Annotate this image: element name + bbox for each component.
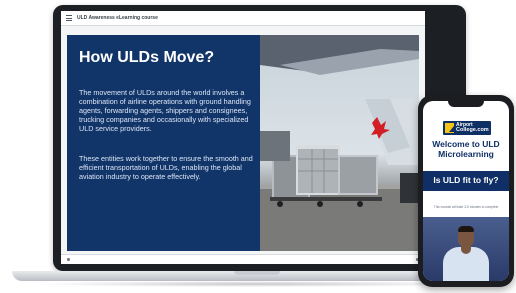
previous-icon[interactable] bbox=[67, 258, 70, 261]
course-title: ULD Awareness eLearning course bbox=[77, 15, 158, 21]
logo-badge-icon bbox=[445, 123, 454, 133]
slide-paragraph-2: These entities work together to ensure t… bbox=[79, 154, 253, 181]
slide-paragraph-1: The movement of ULDs around the world in… bbox=[79, 88, 251, 133]
presenter-hair bbox=[458, 226, 474, 232]
laptop-screen: ULD Awareness eLearning course How ULDs … bbox=[61, 11, 425, 264]
logo-text-line2: College.com bbox=[456, 127, 489, 133]
airport-scene-image bbox=[260, 35, 419, 251]
phone-screen: Airport College.com Welcome to ULD Micro… bbox=[423, 101, 509, 281]
presenter-video[interactable] bbox=[423, 217, 509, 281]
laptop-shadow bbox=[30, 281, 480, 287]
slide-text-panel: How ULDs Move? The movement of ULDs arou… bbox=[67, 35, 260, 251]
module-duration-note: This module will take 3-5 minutes to com… bbox=[433, 205, 499, 209]
airport-ramp-photo bbox=[260, 35, 419, 251]
module-title: Is ULD fit to fly? bbox=[433, 175, 499, 185]
course-topbar: ULD Awareness eLearning course bbox=[61, 11, 425, 26]
lesson-slide: How ULDs Move? The movement of ULDs arou… bbox=[67, 35, 419, 251]
laptop-notch bbox=[234, 271, 280, 275]
menu-icon[interactable] bbox=[66, 15, 72, 21]
module-title-banner[interactable]: Is ULD fit to fly? bbox=[423, 171, 509, 191]
welcome-heading: Welcome to ULD Microlearning bbox=[432, 139, 500, 159]
course-bottombar bbox=[61, 254, 425, 264]
airport-college-logo: Airport College.com bbox=[443, 121, 491, 135]
phone-notch bbox=[448, 101, 484, 107]
slide-title: How ULDs Move? bbox=[79, 49, 215, 66]
